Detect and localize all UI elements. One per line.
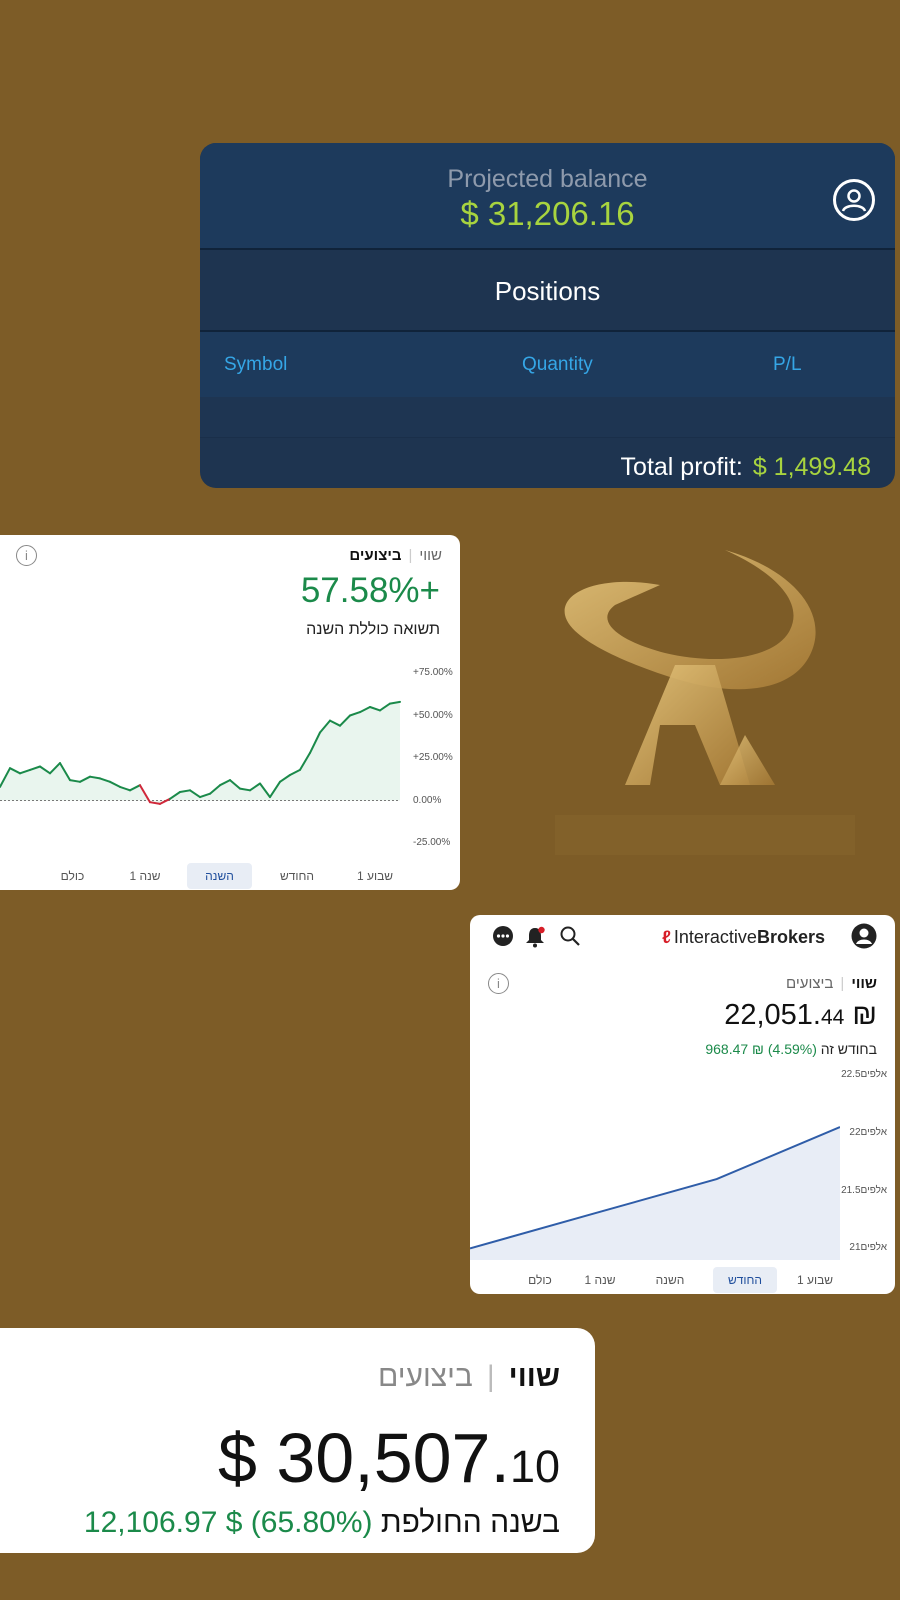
ib-account-value: ₪ 22,051.44 [724, 999, 877, 1032]
period-tab-month[interactable]: החודש [262, 863, 332, 889]
performance-tabs: שווי|ביצועים [349, 547, 442, 564]
yearly-change-label: בשנה החולפת [380, 1506, 560, 1539]
interactive-brokers-logo: ℓ InteractiveBrokers [662, 927, 825, 948]
tab-value[interactable]: שווי [851, 975, 877, 992]
period-tab-year[interactable]: השנה [640, 1267, 700, 1293]
portfolio-value: $ 30,507.10 [218, 1418, 560, 1498]
projected-balance-label: Projected balance [447, 165, 648, 193]
positions-header: Positions [200, 250, 895, 332]
ib-y-tick-label: 21.5אלפים [841, 1184, 887, 1196]
period-tab-1-week[interactable]: שבוע 1 [340, 863, 410, 889]
portfolio-value-main: $ 30,507. [218, 1419, 510, 1497]
y-tick-label: -25.00% [413, 837, 451, 848]
ib-logo-word-brokers: Brokers [756, 927, 825, 947]
period-tab-all[interactable]: כולם [510, 1267, 570, 1293]
ib-logo-word-interactive: Interactive [673, 927, 757, 947]
period-tab-1-week[interactable]: שבוע 1 [785, 1267, 845, 1293]
tab-value[interactable]: שווי [419, 547, 442, 564]
projected-balance-value: $ 31,206.16 [460, 195, 635, 232]
ib-y-tick-label: 22אלפים [849, 1126, 887, 1138]
positions-column-headers: Symbol Quantity P/L [200, 332, 895, 397]
period-tab-year[interactable]: השנה [187, 863, 252, 889]
more-icon[interactable] [492, 925, 514, 947]
portfolio-value-card: שווי|ביצועים $ 30,507.10 בשנה החולפת (65… [0, 1328, 595, 1553]
ib-value-main: ₪ 22,051. [724, 999, 877, 1031]
tab-value[interactable]: שווי [509, 1360, 560, 1393]
period-tab-month[interactable]: החודש [713, 1267, 777, 1293]
ib-value-decimal: 44 [820, 1006, 845, 1029]
period-tab-1-year[interactable]: שנה 1 [110, 863, 180, 889]
total-profit-label: Total profit: [620, 453, 743, 481]
ib-y-tick-label: 21אלפים [849, 1242, 887, 1254]
ib-chart [470, 1126, 840, 1260]
total-profit: Total profit: $ 1,499.48 [621, 453, 871, 482]
bell-icon[interactable] [523, 925, 547, 949]
period-tab-all[interactable]: כולם [40, 863, 105, 889]
ib-logo-icon: ℓ [662, 927, 671, 947]
performance-chart [0, 700, 401, 805]
performance-subtitle: תשואה כוללת השנה [306, 621, 440, 638]
y-tick-label: +50.00% [413, 709, 453, 721]
performance-percent: 57.58%+ [300, 571, 440, 610]
tab-performance[interactable]: ביצועים [786, 975, 833, 992]
info-icon[interactable]: i [16, 545, 37, 566]
ib-change-label: בחודש זה [820, 1041, 877, 1057]
yearly-change-percent: (65.80%) [250, 1506, 373, 1539]
ib-change-percent: (4.59%) [767, 1041, 817, 1057]
column-pl[interactable]: P/L [773, 354, 802, 376]
tab-performance[interactable]: ביצועים [378, 1360, 473, 1393]
y-tick-label: +75.00% [413, 667, 453, 678]
y-tick-label: 0.00% [413, 794, 442, 806]
portfolio-value-decimal: 10 [509, 1441, 560, 1492]
balance-card: Projected balance $ 31,206.16 Positions … [200, 143, 895, 488]
balance-header: Projected balance $ 31,206.16 [200, 143, 895, 250]
positions-title: Positions [494, 276, 601, 306]
performance-card: i שווי|ביצועים 57.58%+ תשואה כוללת השנה … [0, 535, 460, 890]
performance-area-fill [0, 701, 400, 804]
info-icon[interactable]: i [488, 973, 509, 994]
y-tick-label: +25.00% [413, 752, 453, 763]
ib-monthly-change: בחודש זה (4.59%) ₪ 968.47 [705, 1041, 877, 1057]
user-account-icon[interactable] [833, 179, 875, 221]
ib-change-amount: ₪ 968.47 [705, 1041, 764, 1057]
profile-icon[interactable] [851, 923, 877, 949]
tab-performance[interactable]: ביצועים [349, 547, 401, 564]
yearly-change-amount: $ 12,106.97 [83, 1506, 243, 1539]
column-quantity[interactable]: Quantity [522, 354, 593, 376]
ib-area-fill [470, 1127, 840, 1260]
total-profit-value: $ 1,499.48 [752, 453, 871, 481]
portfolio-yearly-change: בשנה החולפת (65.80%) $ 12,106.97 [84, 1506, 560, 1540]
positions-list-empty [200, 397, 895, 438]
value-tabs: שווי|ביצועים [377, 1360, 560, 1393]
ib-tabs: שווי|ביצועים [785, 975, 877, 992]
ib-y-tick-label: 22.5אלפים [841, 1069, 887, 1080]
column-symbol[interactable]: Symbol [224, 354, 287, 376]
period-tab-1-year[interactable]: שנה 1 [570, 1267, 630, 1293]
brand-logo-watermark [555, 550, 855, 855]
search-icon[interactable] [559, 925, 581, 947]
ib-card: ℓ InteractiveBrokers i שווי|ביצועים ₪ 22,… [470, 915, 895, 1294]
